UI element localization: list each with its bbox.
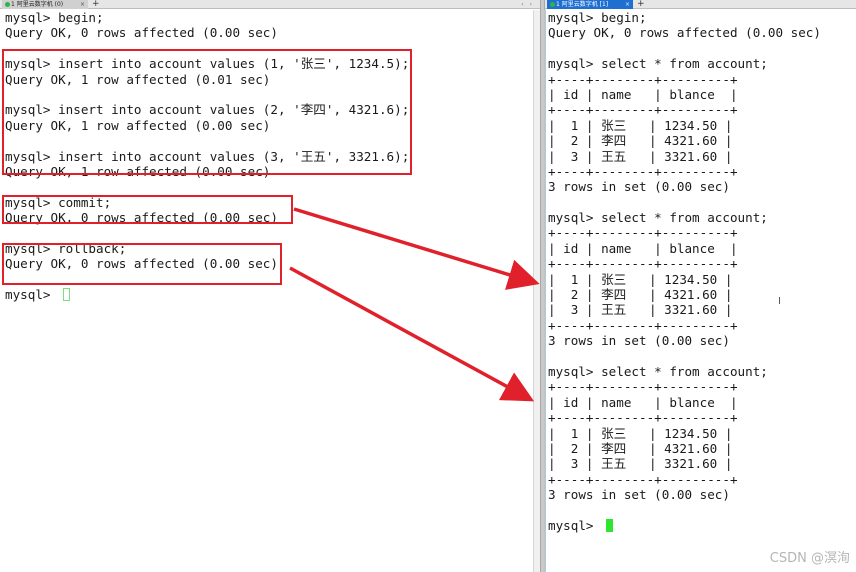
left-tab-bar: 1 阿里云数字机 (0) × + ‹ ›: [0, 0, 540, 9]
terminal-line: Query OK, 0 rows affected (0.00 sec): [5, 25, 533, 40]
tab-left-session[interactable]: 1 阿里云数字机 (0) ×: [2, 0, 88, 9]
terminal-line: +----+--------+---------+: [548, 225, 856, 240]
terminal-line: | 1 | 张三 | 1234.50 |: [548, 118, 856, 133]
terminal-line: 3 rows in set (0.00 sec): [548, 333, 856, 348]
terminal-line-text: +----+--------+---------+: [548, 317, 738, 333]
tab-label: 1 阿里云数字机 (0): [11, 1, 64, 8]
terminal-line-text: | 3 | 王五 | 3321.60 |: [548, 148, 733, 164]
terminal-line: | 3 | 王五 | 3321.60 |: [548, 149, 856, 164]
terminal-line-text: mysql> select * from account;: [548, 210, 768, 226]
terminal-cursor: [606, 518, 614, 532]
commit-highlight: [2, 195, 293, 224]
terminal-line: | id | name | blance |: [548, 241, 856, 256]
terminal-line-text: | id | name | blance |: [548, 240, 738, 256]
terminal-line-text: +----+--------+---------+: [548, 102, 738, 118]
terminal-line-text: mysql> begin;: [548, 10, 647, 25]
terminal-line: +----+--------+---------+: [548, 318, 856, 333]
terminal-line: | 2 | 李四 | 4321.60 |: [548, 441, 856, 456]
right-tab-bar: 1 阿里云数字机 [1] × +: [545, 0, 856, 9]
terminal-line: +----+--------+---------+: [548, 379, 856, 394]
terminal-line-text: Query OK, 0 rows affected (0.00 sec): [5, 25, 278, 41]
tab-close-icon[interactable]: ×: [80, 0, 85, 9]
session-status-icon: [550, 2, 555, 7]
terminal-line-text: | 2 | 李四 | 4321.60 |: [548, 133, 733, 149]
terminal-line: | id | name | blance |: [548, 87, 856, 102]
terminal-line: +----+--------+---------+: [548, 256, 856, 271]
terminal-line: | id | name | blance |: [548, 395, 856, 410]
left-scrollbar[interactable]: [533, 10, 540, 572]
terminal-line-text: +----+--------+---------+: [548, 225, 738, 241]
session-status-icon: [5, 2, 10, 7]
terminal-line-text: | 2 | 李四 | 4321.60 |: [548, 287, 733, 303]
terminal-line: | 1 | 张三 | 1234.50 |: [548, 426, 856, 441]
terminal-line-text: mysql>: [5, 287, 59, 303]
terminal-line: mysql> begin;: [548, 10, 856, 25]
terminal-line-text: +----+--------+---------+: [548, 71, 738, 87]
terminal-line-text: | 3 | 王五 | 3321.60 |: [548, 302, 733, 318]
terminal-line: +----+--------+---------+: [548, 472, 856, 487]
terminal-line: | 2 | 李四 | 4321.60 |: [548, 287, 856, 302]
terminal-line: mysql>: [5, 287, 533, 302]
terminal-line-text: | 2 | 李四 | 4321.60 |: [548, 440, 733, 456]
terminal-line: +----+--------+---------+: [548, 410, 856, 425]
terminal-line: 3 rows in set (0.00 sec): [548, 487, 856, 502]
terminal-line: mysql> begin;: [5, 10, 533, 25]
terminal-line: 3 rows in set (0.00 sec): [548, 179, 856, 194]
terminal-line-text: +----+--------+---------+: [548, 379, 738, 395]
terminal-line-text: +----+--------+---------+: [548, 163, 738, 179]
terminal-line: Query OK, 0 rows affected (0.00 sec): [548, 25, 856, 40]
terminal-line-text: | 1 | 张三 | 1234.50 |: [548, 117, 733, 133]
terminal-line-text: +----+--------+---------+: [548, 410, 738, 426]
terminal-line-text: mysql> begin;: [5, 10, 104, 25]
rollback-highlight: [2, 243, 282, 285]
terminal-line-text: | id | name | blance |: [548, 86, 738, 102]
new-tab-button[interactable]: +: [637, 0, 645, 9]
terminal-line-text: | id | name | blance |: [548, 394, 738, 410]
terminal-line: | 2 | 李四 | 4321.60 |: [548, 133, 856, 148]
tab-label: 1 阿里云数字机 [1]: [556, 1, 609, 8]
tab-scroll-arrows[interactable]: ‹ ›: [521, 0, 534, 9]
terminal-line-text: +----+--------+---------+: [548, 256, 738, 272]
right-terminal[interactable]: mysql> begin; Query OK, 0 rows affected (…: [545, 10, 856, 572]
terminal-line-text: | 3 | 王五 | 3321.60 |: [548, 456, 733, 472]
terminal-line-text: 3 rows in set (0.00 sec): [548, 487, 730, 503]
terminal-line: | 3 | 王五 | 3321.60 |: [548, 302, 856, 317]
terminal-line-text: Query OK, 0 rows affected (0.00 sec): [548, 25, 821, 41]
terminal-line: | 1 | 张三 | 1234.50 |: [548, 272, 856, 287]
terminal-line: mysql> select * from account;: [548, 364, 856, 379]
right-pane-edge: [544, 10, 546, 572]
terminal-line-text: mysql> select * from account;: [548, 56, 768, 72]
watermark: CSDN @溟洵: [769, 551, 850, 566]
terminal-line-text: +----+--------+---------+: [548, 471, 738, 487]
terminal-line-text: 3 rows in set (0.00 sec): [548, 179, 730, 195]
terminal-cursor: [63, 288, 71, 302]
tab-right-session[interactable]: 1 阿里云数字机 [1] ×: [547, 0, 633, 9]
terminal-line: mysql>: [548, 518, 856, 533]
terminal-line: +----+--------+---------+: [548, 102, 856, 117]
terminal-line: | 3 | 王五 | 3321.60 |: [548, 456, 856, 471]
insert-statements-highlight: [2, 49, 412, 175]
terminal-line: +----+--------+---------+: [548, 164, 856, 179]
terminal-line: mysql> select * from account;: [548, 210, 856, 225]
terminal-line: mysql> select * from account;: [548, 56, 856, 71]
new-tab-button[interactable]: +: [92, 0, 100, 9]
terminal-line-text: mysql>: [548, 517, 602, 533]
terminal-line: +----+--------+---------+: [548, 72, 856, 87]
text-cursor-icon: I: [778, 296, 781, 307]
terminal-line-text: 3 rows in set (0.00 sec): [548, 333, 730, 349]
right-terminal-output: mysql> begin; Query OK, 0 rows affected (…: [548, 10, 856, 533]
terminal-line-text: mysql> select * from account;: [548, 363, 768, 379]
terminal-line-text: | 1 | 张三 | 1234.50 |: [548, 425, 733, 441]
tab-close-icon[interactable]: ×: [625, 0, 630, 9]
terminal-line-text: | 1 | 张三 | 1234.50 |: [548, 271, 733, 287]
